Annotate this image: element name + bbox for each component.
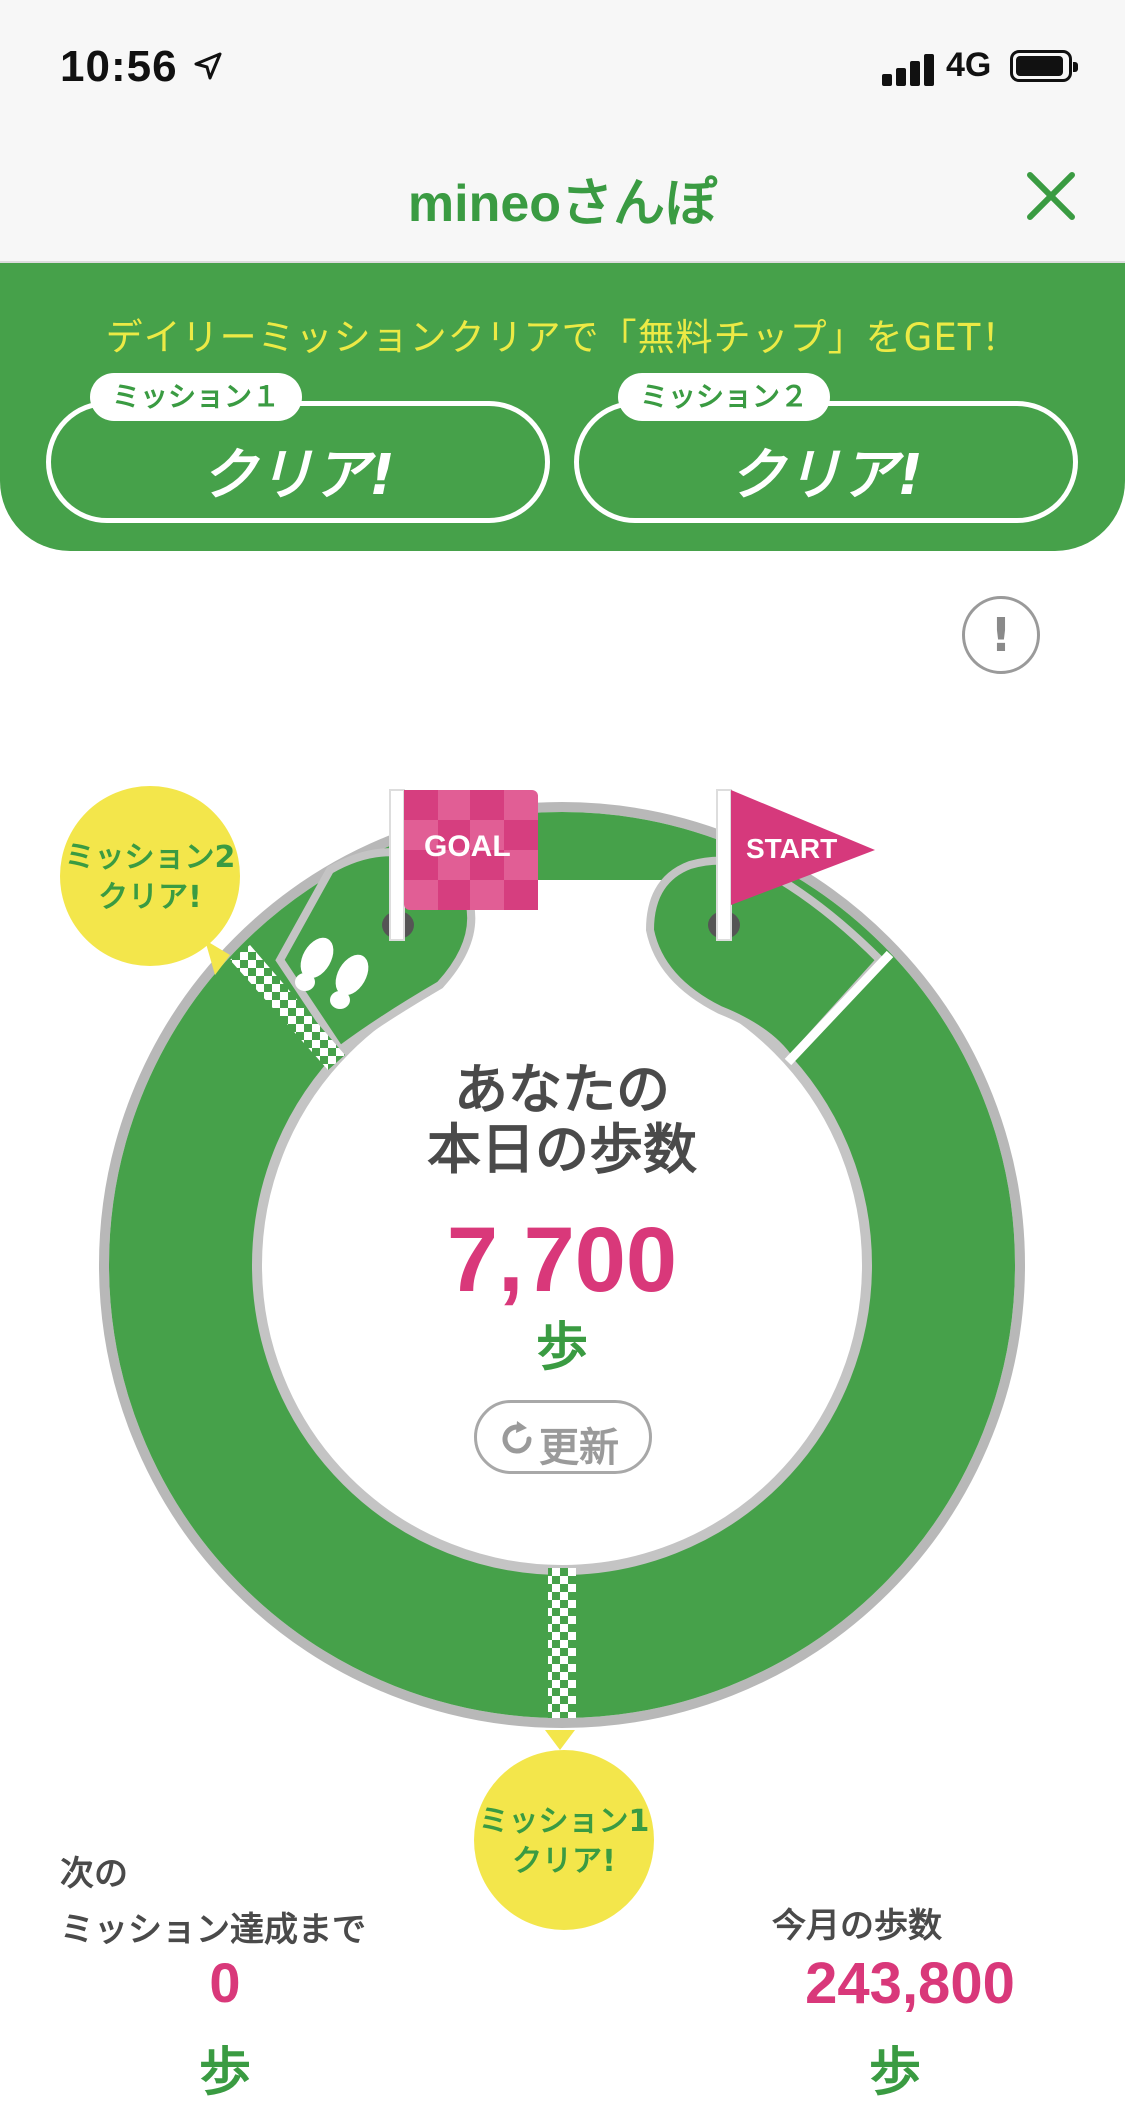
month-steps-unit: 歩 (868, 2043, 921, 2103)
next-mission-label-line-1: 次の (60, 1854, 128, 1894)
next-mission-label: 次の ミッション達成まで (60, 1846, 366, 1958)
goal-flag-label: GOAL (424, 830, 511, 863)
today-steps-unit: 歩 (535, 1318, 588, 1378)
month-steps-label: 今月の歩数 (772, 1906, 942, 1946)
today-steps-value: 7,700 (446, 1209, 678, 1311)
mission-1-bubble-title: ミッション1 (478, 1804, 650, 1839)
next-mission-unit: 歩 (198, 2043, 251, 2103)
mission-2-bubble-title: ミッション2 (64, 840, 236, 875)
mission-2-bubble: ミッション2 クリア! (60, 786, 240, 966)
refresh-button[interactable]: 更新 (474, 1400, 652, 1474)
next-mission-steps: 0 (209, 1951, 241, 2014)
mission-2-bubble-status: クリア! (98, 880, 202, 915)
mission-1-bubble: ミッション1 クリア! (474, 1750, 654, 1930)
today-steps-heading: あなたの 本日の歩数 (360, 1060, 764, 1180)
month-steps-value: 243,800 (805, 1951, 1015, 2016)
mission-1-checkpoint (548, 1568, 576, 1718)
start-flag-label: START (746, 833, 838, 864)
today-title-line-1: あなたの (454, 1058, 670, 1121)
mission-1-bubble-status: クリア! (512, 1844, 616, 1879)
refresh-icon (502, 1421, 532, 1454)
refresh-label: 更新 (539, 1425, 619, 1471)
today-title-line-2: 本日の歩数 (427, 1118, 697, 1181)
